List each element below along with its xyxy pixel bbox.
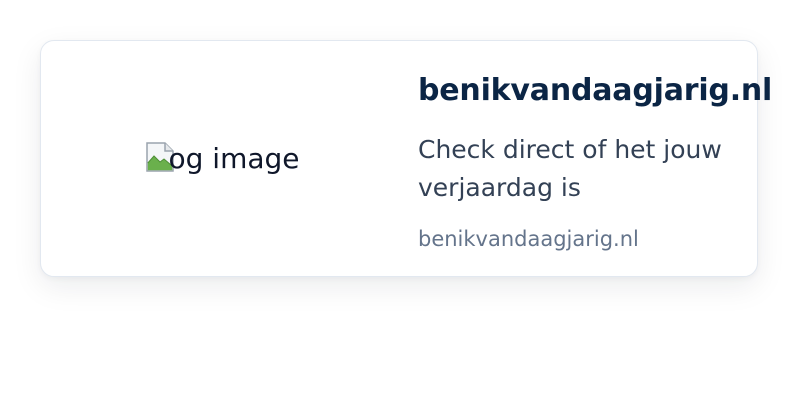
og-image-area: og image bbox=[41, 41, 413, 276]
og-image: og image bbox=[144, 141, 300, 175]
preview-title[interactable]: benikvandaagjarig.nl bbox=[418, 73, 772, 109]
preview-description: Check direct of het jouw verjaardag is bbox=[418, 135, 722, 202]
link-preview-card[interactable]: og image benikvandaagjarig.nl Check dire… bbox=[40, 40, 772, 277]
og-image-alt-text: og image bbox=[168, 142, 300, 175]
preview-domain: benikvandaagjarig.nl bbox=[418, 227, 639, 251]
page: og image benikvandaagjarig.nl Check dire… bbox=[0, 0, 800, 400]
